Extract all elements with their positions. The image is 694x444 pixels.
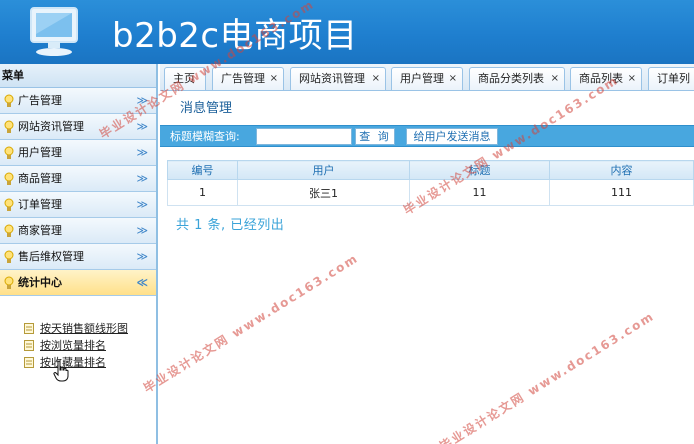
bulb-icon bbox=[4, 276, 14, 289]
sidebar-item-label: 售后维权管理 bbox=[18, 250, 84, 263]
sidebar-item-statistics[interactable]: 统计中心 ≪ bbox=[0, 270, 156, 296]
tab-label: 网站资讯管理 bbox=[299, 72, 365, 85]
bulb-icon bbox=[4, 198, 14, 211]
sidebar-item-products[interactable]: 商品管理 ≫ bbox=[0, 166, 156, 192]
chevron-down-icon: ≫ bbox=[136, 172, 148, 185]
table-cell: 11 bbox=[409, 179, 550, 206]
tab-label: 用户管理 bbox=[400, 72, 444, 85]
sidebar-item-label: 网站资讯管理 bbox=[18, 120, 84, 133]
tab-label: 广告管理 bbox=[221, 72, 265, 85]
document-icon bbox=[24, 357, 34, 368]
record-summary: 共 1 条, 已经列出 bbox=[176, 218, 285, 233]
close-icon[interactable]: × bbox=[551, 68, 559, 90]
document-icon bbox=[24, 340, 34, 351]
submenu-item-daily-sales-chart[interactable]: 按天销售额线形图 bbox=[24, 320, 156, 337]
query-button[interactable]: 查 询 bbox=[355, 128, 395, 145]
search-input[interactable] bbox=[256, 128, 352, 145]
sidebar-item-merchants[interactable]: 商家管理 ≫ bbox=[0, 218, 156, 244]
sidebar-item-orders[interactable]: 订单管理 ≫ bbox=[0, 192, 156, 218]
sidebar-item-users[interactable]: 用户管理 ≫ bbox=[0, 140, 156, 166]
close-icon[interactable]: × bbox=[449, 68, 457, 90]
chevron-down-icon: ≫ bbox=[136, 94, 148, 107]
sidebar-item-label: 商品管理 bbox=[18, 172, 62, 185]
tab-label: 订单列 bbox=[657, 72, 690, 85]
sidebar-title: 菜单 bbox=[0, 64, 156, 88]
bulb-icon bbox=[4, 172, 14, 185]
table-cell: 111 bbox=[549, 179, 694, 206]
bulb-icon bbox=[4, 224, 14, 237]
send-message-button[interactable]: 给用户发送消息 bbox=[406, 128, 498, 145]
table-cell: 1 bbox=[167, 179, 238, 206]
close-icon[interactable]: × bbox=[372, 68, 380, 90]
page-title: 消息管理 bbox=[160, 97, 694, 121]
monitor-icon bbox=[30, 7, 78, 56]
close-icon[interactable]: × bbox=[270, 68, 278, 90]
bulb-icon bbox=[4, 120, 14, 133]
sidebar-item-news[interactable]: 网站资讯管理 ≫ bbox=[0, 114, 156, 140]
sidebar-item-label: 用户管理 bbox=[18, 146, 62, 159]
tab-bar: 主页 广告管理 × 网站资讯管理 × 用户管理 × 商品分类列表 × 商品列表 … bbox=[160, 64, 694, 91]
column-header: 编号 bbox=[167, 160, 238, 180]
chevron-down-icon: ≫ bbox=[136, 250, 148, 263]
chevron-down-icon: ≫ bbox=[136, 120, 148, 133]
sidebar-item-after-sales[interactable]: 售后维权管理 ≫ bbox=[0, 244, 156, 270]
bulb-icon bbox=[4, 94, 14, 107]
chevron-down-icon: ≫ bbox=[136, 198, 148, 211]
tab-orders[interactable]: 订单列 bbox=[648, 67, 694, 90]
tab-users[interactable]: 用户管理 × bbox=[391, 67, 463, 90]
tab-product-categories[interactable]: 商品分类列表 × bbox=[469, 67, 565, 90]
app-header: b2b2c电商项目 bbox=[0, 0, 694, 64]
sidebar-item-label: 统计中心 bbox=[18, 276, 62, 289]
chevron-down-icon: ≫ bbox=[136, 146, 148, 159]
close-icon[interactable]: × bbox=[628, 68, 636, 90]
statistics-submenu: 按天销售额线形图 按浏览量排名 按收藏量排名 bbox=[0, 296, 156, 371]
sidebar-item-ads[interactable]: 广告管理 ≫ bbox=[0, 88, 156, 114]
table-cell: 张三1 bbox=[237, 179, 410, 206]
column-header: 用户 bbox=[237, 160, 410, 180]
tab-label: 主页 bbox=[173, 72, 195, 85]
submenu-item-label: 按收藏量排名 bbox=[40, 356, 106, 369]
submenu-item-label: 按浏览量排名 bbox=[40, 339, 106, 352]
tab-label: 商品分类列表 bbox=[478, 72, 544, 85]
chevron-down-icon: ≫ bbox=[136, 224, 148, 237]
table-header-row: 编号 用户 标题 内容 bbox=[167, 160, 694, 180]
hand-pointer-icon bbox=[53, 360, 69, 382]
column-header: 内容 bbox=[549, 160, 694, 180]
search-bar: 标题模糊查询: 查 询 给用户发送消息 bbox=[160, 125, 694, 147]
sidebar: 菜单 广告管理 ≫ 网站资讯管理 ≫ 用户管理 ≫ 商品管理 ≫ 订单管理 ≫ … bbox=[0, 64, 158, 444]
tab-ads[interactable]: 广告管理 × bbox=[212, 67, 284, 90]
submenu-item-label: 按天销售额线形图 bbox=[40, 322, 128, 335]
tab-label: 商品列表 bbox=[579, 72, 623, 85]
chevron-up-icon: ≪ bbox=[136, 276, 148, 289]
table-row[interactable]: 1 张三1 11 111 bbox=[167, 179, 694, 206]
search-label: 标题模糊查询: bbox=[170, 130, 240, 143]
main-content: 消息管理 标题模糊查询: 查 询 给用户发送消息 编号 用户 标题 内容 1 张… bbox=[160, 92, 694, 444]
message-table: 编号 用户 标题 内容 1 张三1 11 111 bbox=[167, 160, 694, 206]
submenu-item-view-ranking[interactable]: 按浏览量排名 bbox=[24, 337, 156, 354]
sidebar-item-label: 广告管理 bbox=[18, 94, 62, 107]
column-header: 标题 bbox=[409, 160, 550, 180]
tab-products[interactable]: 商品列表 × bbox=[570, 67, 642, 90]
tab-home[interactable]: 主页 bbox=[164, 67, 206, 90]
sidebar-item-label: 商家管理 bbox=[18, 224, 62, 237]
tab-news[interactable]: 网站资讯管理 × bbox=[290, 67, 386, 90]
bulb-icon bbox=[4, 250, 14, 263]
submenu-item-favorite-ranking[interactable]: 按收藏量排名 bbox=[24, 354, 156, 371]
sidebar-item-label: 订单管理 bbox=[18, 198, 62, 211]
document-icon bbox=[24, 323, 34, 334]
bulb-icon bbox=[4, 146, 14, 159]
app-title: b2b2c电商项目 bbox=[112, 16, 358, 56]
